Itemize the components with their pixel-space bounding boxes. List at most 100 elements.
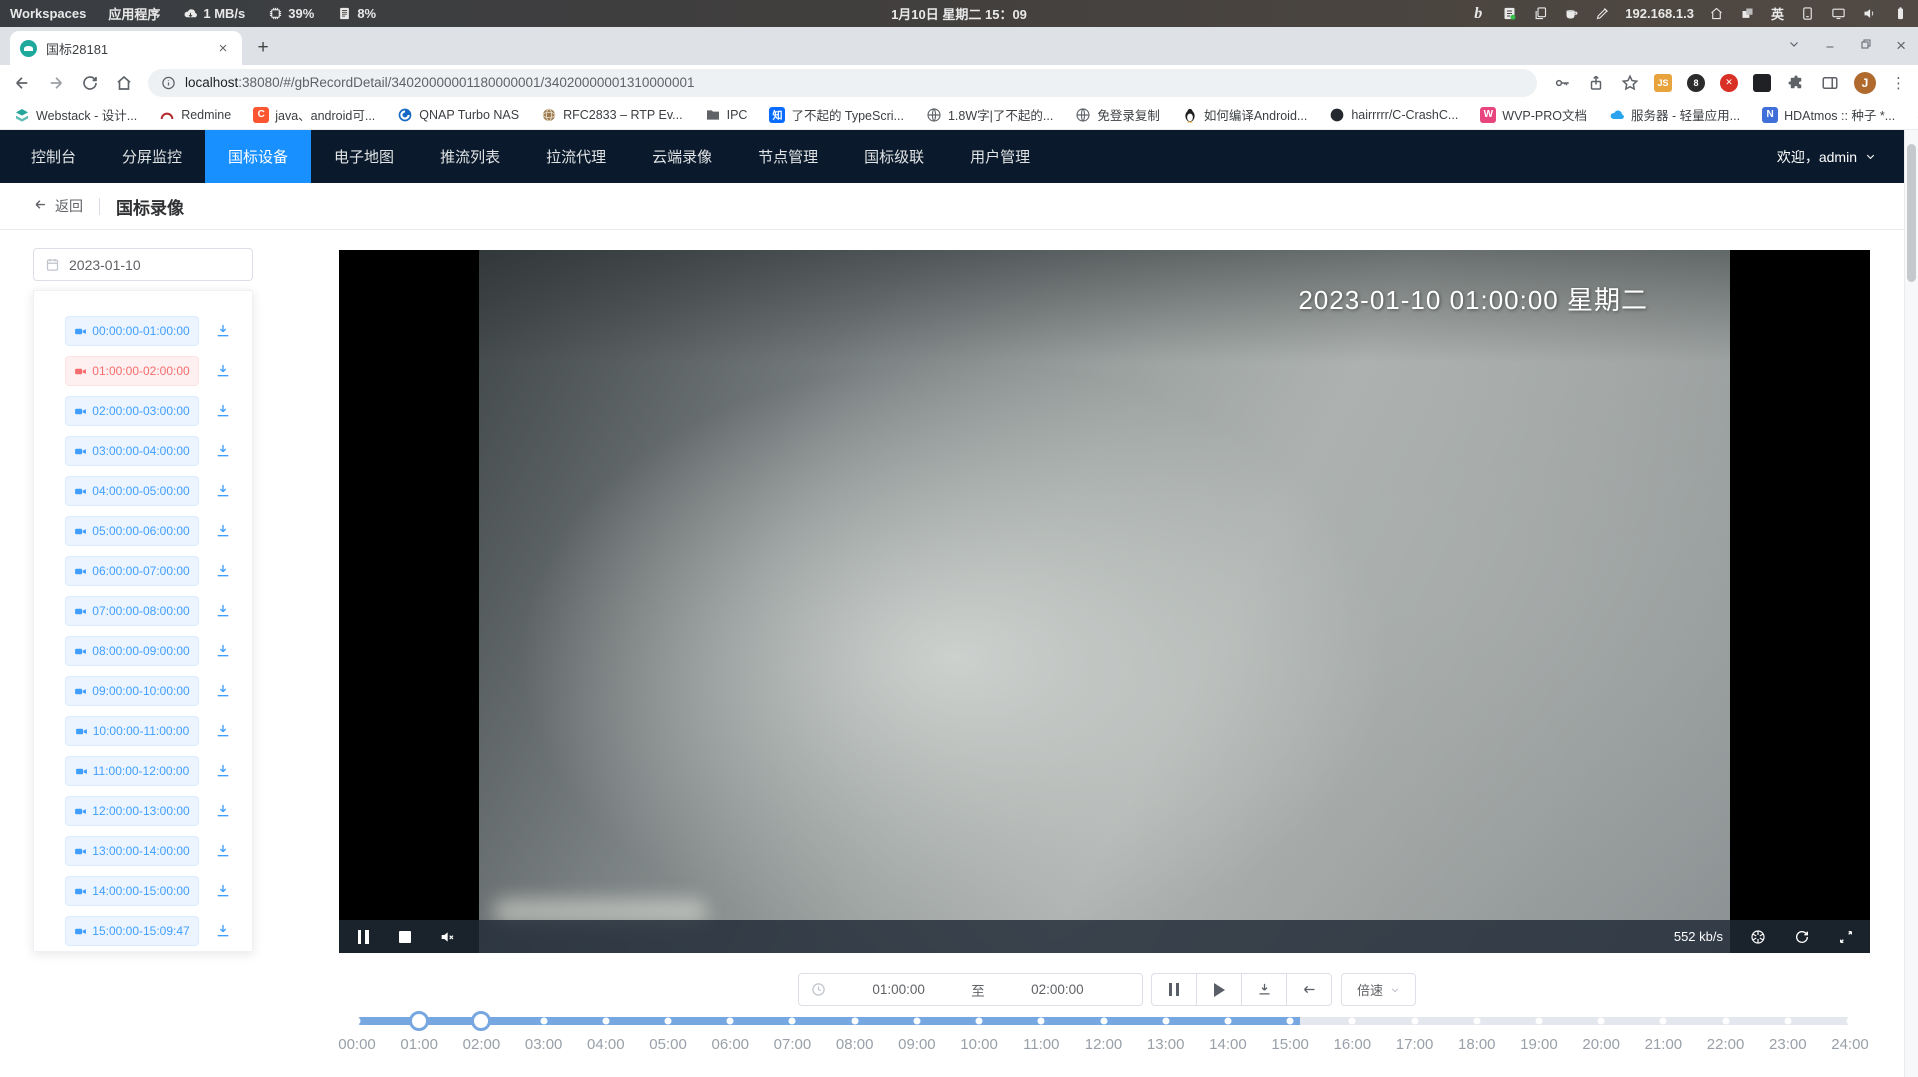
bookmark-item[interactable]: 如何编译Android... — [1182, 105, 1308, 124]
timeline-slider[interactable] — [357, 1017, 1850, 1025]
coffee-tray-icon[interactable] — [1563, 6, 1579, 22]
nav-item-6[interactable]: 云端录像 — [629, 130, 735, 183]
notes-tray-icon[interactable] — [1501, 6, 1517, 22]
play-button[interactable] — [1196, 973, 1242, 1006]
segment-button[interactable]: 02:00:00-03:00:00 — [65, 396, 199, 426]
nav-item-4[interactable]: 推流列表 — [417, 130, 523, 183]
segment-button[interactable]: 14:00:00-15:00:00 — [65, 876, 199, 906]
tab-search-chevron-icon[interactable] — [1788, 37, 1800, 55]
download-record-button[interactable] — [1241, 973, 1287, 1006]
ip-address[interactable]: 192.168.1.3 — [1625, 6, 1694, 21]
input-method-indicator[interactable]: 英 — [1771, 4, 1784, 23]
bing-tray-icon[interactable]: b — [1470, 6, 1486, 22]
bookmark-item[interactable]: Redmine — [159, 107, 231, 123]
segment-button[interactable]: 12:00:00-13:00:00 — [65, 796, 199, 826]
playback-speed-dropdown[interactable]: 倍速 — [1341, 973, 1416, 1006]
windows-tray-icon[interactable] — [1740, 6, 1756, 22]
new-tab-button[interactable]: + — [248, 33, 278, 63]
download-button[interactable] — [214, 322, 232, 340]
clock[interactable]: 1月10日 星期二 15：09 — [891, 0, 1027, 27]
bookmark-item[interactable]: 1.8W字|了不起的... — [926, 105, 1053, 124]
download-button[interactable] — [214, 722, 232, 740]
timeline-track[interactable] — [357, 1017, 1850, 1025]
bookmark-star-icon[interactable] — [1620, 73, 1639, 92]
clipboard-tray-icon[interactable] — [1532, 6, 1548, 22]
extension-blocker-icon[interactable]: ✕ — [1720, 74, 1738, 92]
page-scrollbar[interactable] — [1904, 130, 1918, 1077]
bookmark-item[interactable]: hairrrrr/C-CrashC... — [1329, 107, 1458, 123]
applications-menu[interactable]: 应用程序 — [108, 4, 160, 23]
download-button[interactable] — [214, 762, 232, 780]
nav-item-9[interactable]: 用户管理 — [947, 130, 1053, 183]
segment-button[interactable]: 15:00:00-15:09:47 — [65, 916, 199, 946]
slider-handle-start[interactable] — [409, 1011, 429, 1031]
slider-handle-end[interactable] — [471, 1011, 491, 1031]
share-icon[interactable] — [1586, 73, 1605, 92]
time-range-picker[interactable]: 01:00:00 至 02:00:00 — [798, 973, 1143, 1006]
back-button[interactable]: 返回 — [33, 196, 83, 216]
download-button[interactable] — [214, 602, 232, 620]
nav-item-7[interactable]: 节点管理 — [735, 130, 841, 183]
phone-link-tray-icon[interactable] — [1799, 6, 1815, 22]
url-bar[interactable]: localhost:38080/#/gbRecordDetail/3402000… — [148, 69, 1537, 97]
date-picker-input[interactable]: 2023-01-10 — [33, 248, 253, 281]
download-button[interactable] — [214, 402, 232, 420]
bookmark-item[interactable]: 知了不起的 TypeScri... — [769, 105, 904, 124]
reload-icon[interactable] — [80, 73, 99, 92]
color-picker-tray-icon[interactable] — [1594, 6, 1610, 22]
minimize-button[interactable] — [1824, 37, 1836, 55]
volume-tray-icon[interactable] — [1861, 6, 1877, 22]
download-button[interactable] — [214, 682, 232, 700]
download-button[interactable] — [214, 442, 232, 460]
download-button[interactable] — [214, 562, 232, 580]
extension-dark-icon[interactable] — [1753, 74, 1771, 92]
site-info-icon[interactable] — [161, 75, 176, 90]
segment-button[interactable]: 00:00:00-01:00:00 — [65, 316, 199, 346]
home-tray-icon[interactable] — [1709, 6, 1725, 22]
bookmark-item[interactable]: NHDAtmos :: 种子 *... — [1762, 105, 1895, 124]
pause-button[interactable] — [1151, 973, 1197, 1006]
player-refresh-icon[interactable] — [1793, 928, 1811, 946]
player-mute-icon[interactable] — [438, 928, 456, 946]
back-nav-icon[interactable] — [12, 73, 31, 92]
bookmark-item[interactable]: IPC — [705, 107, 748, 123]
bookmark-item[interactable]: 服务器 - 轻量应用... — [1609, 105, 1740, 124]
browser-tab[interactable]: 国标28181 × — [10, 31, 242, 65]
segment-button[interactable]: 11:00:00-12:00:00 — [65, 756, 199, 786]
nav-item-2[interactable]: 国标设备 — [205, 130, 311, 183]
restore-button[interactable] — [1860, 37, 1872, 55]
browser-menu-icon[interactable]: ⋮ — [1891, 74, 1906, 92]
download-button[interactable] — [214, 802, 232, 820]
extensions-puzzle-icon[interactable] — [1786, 73, 1805, 92]
snapshot-shutter-icon[interactable] — [1749, 928, 1767, 946]
download-button[interactable] — [214, 522, 232, 540]
tab-close-icon[interactable]: × — [214, 39, 232, 57]
forward-nav-icon[interactable] — [46, 73, 65, 92]
bookmark-item[interactable]: Cjava、android可... — [253, 105, 375, 124]
segment-button[interactable]: 04:00:00-05:00:00 — [65, 476, 199, 506]
bookmark-item[interactable]: RFC2833 – RTP Ev... — [541, 107, 683, 123]
segment-button[interactable]: 05:00:00-06:00:00 — [65, 516, 199, 546]
nav-item-3[interactable]: 电子地图 — [311, 130, 417, 183]
home-nav-icon[interactable] — [114, 73, 133, 92]
segment-button[interactable]: 13:00:00-14:00:00 — [65, 836, 199, 866]
scrollbar-thumb[interactable] — [1907, 144, 1916, 282]
download-button[interactable] — [214, 922, 232, 940]
segment-button[interactable]: 03:00:00-04:00:00 — [65, 436, 199, 466]
seek-back-button[interactable] — [1286, 973, 1332, 1006]
bookmark-item[interactable]: Webstack - 设计... — [14, 105, 137, 124]
password-key-icon[interactable] — [1552, 73, 1571, 92]
extension-ball-icon[interactable]: 8 — [1687, 74, 1705, 92]
workspaces-button[interactable]: Workspaces — [10, 6, 86, 21]
segment-button[interactable]: 01:00:00-02:00:00 — [65, 356, 199, 386]
start-time-value[interactable]: 01:00:00 — [826, 982, 971, 997]
nav-item-1[interactable]: 分屏监控 — [99, 130, 205, 183]
download-button[interactable] — [214, 882, 232, 900]
segment-button[interactable]: 07:00:00-08:00:00 — [65, 596, 199, 626]
segment-button[interactable]: 10:00:00-11:00:00 — [65, 716, 199, 746]
download-button[interactable] — [214, 362, 232, 380]
bookmark-item[interactable]: 免登录复制 — [1075, 105, 1160, 124]
player-stop-icon[interactable] — [396, 928, 414, 946]
close-window-button[interactable]: × — [1896, 36, 1906, 56]
user-menu[interactable]: 欢迎，admin — [1777, 147, 1904, 167]
